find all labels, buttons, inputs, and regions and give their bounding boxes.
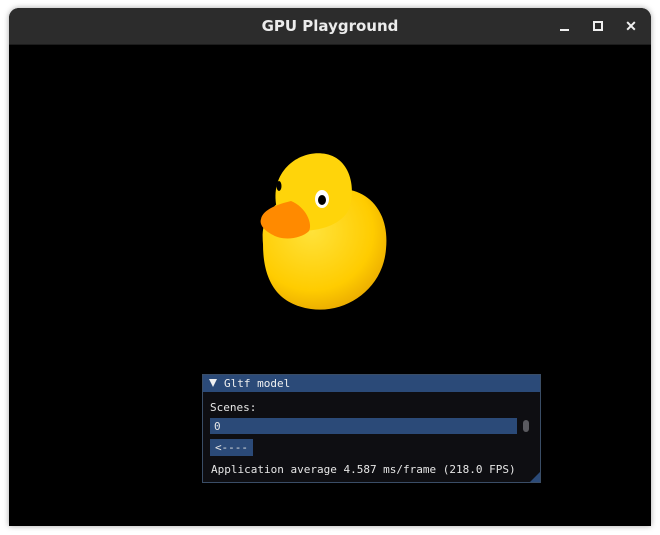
close-button[interactable]: ✕ — [619, 14, 643, 38]
app-window: GPU Playground ✕ Gltf model Scenes: 0 <-… — [9, 8, 651, 526]
triangle-down-icon[interactable] — [209, 379, 217, 387]
gltf-model-panel: Gltf model Scenes: 0 <---- Application a… — [202, 374, 541, 483]
scenes-slider-value: 0 — [214, 420, 221, 433]
close-icon: ✕ — [625, 18, 637, 34]
scenes-label: Scenes: — [210, 401, 257, 414]
panel-title: Gltf model — [224, 377, 291, 390]
duck-model — [260, 153, 387, 310]
duck-far-eye — [276, 181, 282, 191]
resize-grip[interactable] — [530, 472, 540, 482]
duck-pupil — [318, 195, 326, 205]
status-text: Application average 4.587 ms/frame (218.… — [211, 463, 516, 476]
minimize-button[interactable] — [553, 14, 577, 38]
minimize-icon — [560, 29, 569, 31]
panel-header[interactable]: Gltf model — [203, 375, 540, 392]
scenes-slider-grab[interactable] — [523, 420, 529, 432]
maximize-icon — [593, 21, 603, 31]
title-bar[interactable]: GPU Playground ✕ — [9, 8, 651, 45]
render-viewport[interactable]: Gltf model Scenes: 0 <---- Application a… — [9, 45, 651, 526]
maximize-button[interactable] — [586, 14, 610, 38]
back-button[interactable]: <---- — [210, 439, 253, 456]
scenes-slider[interactable]: 0 — [210, 418, 517, 434]
